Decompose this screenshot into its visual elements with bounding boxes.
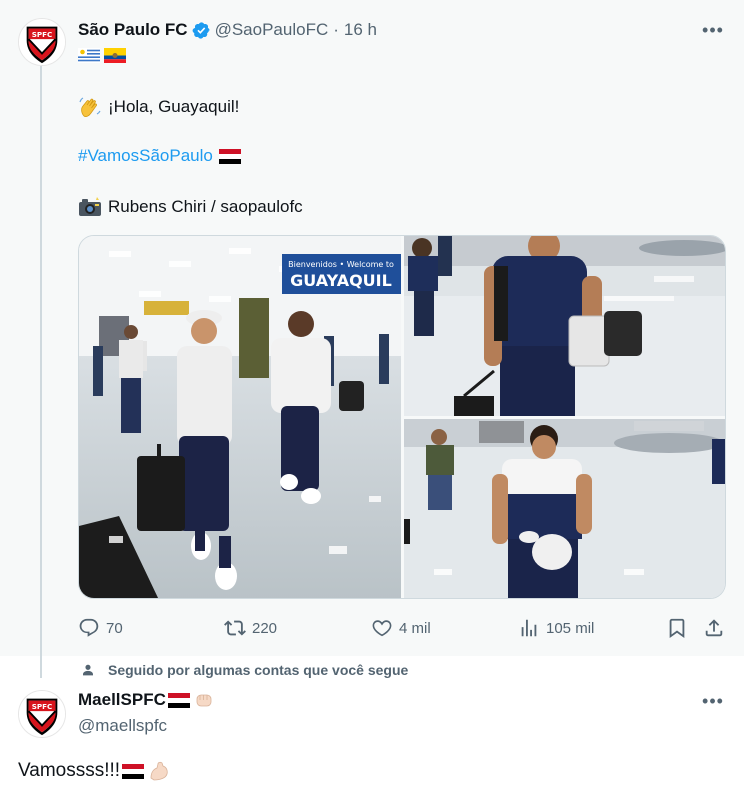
- tweet-text-line: ¡Hola, Guayaquil!: [78, 96, 239, 118]
- greeting-text: ¡Hola, Guayaquil!: [108, 97, 240, 116]
- fist-emoji-icon: [196, 694, 212, 707]
- share-button[interactable]: [703, 614, 725, 642]
- reply-button[interactable]: 70: [78, 614, 123, 642]
- reply-icon: [79, 618, 99, 637]
- svg-text:SPFC: SPFC: [32, 702, 53, 711]
- author-handle[interactable]: @SaoPauloFC: [215, 20, 329, 40]
- reply-author-handle[interactable]: @maellspfc: [78, 716, 167, 736]
- photo-3-image: [404, 419, 725, 598]
- yemen-flag-icon: [167, 692, 190, 708]
- heart-icon: [372, 620, 392, 637]
- thread-connector-line: [40, 66, 42, 678]
- views-chart-icon: [521, 619, 537, 637]
- like-count: 4 mil: [399, 619, 431, 637]
- retweet-count: 220: [252, 619, 278, 637]
- reply-text: Vamossss!!!: [18, 760, 121, 781]
- views-count: 105 mil: [546, 619, 595, 637]
- tweet-header: São Paulo FC @SaoPauloFC · 16 h: [78, 18, 377, 42]
- flexed-biceps-icon: [150, 761, 168, 781]
- hashtag-link[interactable]: #VamosSãoPaulo: [78, 146, 213, 166]
- more-options-icon[interactable]: •••: [701, 20, 725, 40]
- ecuador-flag-icon: [104, 48, 126, 63]
- camera-with-flash-icon: [79, 197, 101, 216]
- uruguay-flag-icon: [78, 48, 100, 63]
- reply-author-name[interactable]: MaellSPFC: [78, 690, 166, 710]
- social-context-text: Seguido por algumas contas que você segu…: [108, 662, 409, 678]
- bookmark-button[interactable]: [666, 614, 688, 642]
- yemen-flag-icon: [122, 763, 145, 779]
- photo-player-pillow[interactable]: [404, 419, 725, 598]
- share-icon: [705, 619, 723, 637]
- reply-author-avatar[interactable]: SPFC: [18, 690, 66, 738]
- tweet-hashtag-line: #VamosSãoPaulo: [78, 146, 241, 166]
- social-context: Seguido por algumas contas que você segu…: [80, 662, 408, 678]
- tweet-action-bar: 70 220 4 mil 105 mil: [78, 614, 726, 642]
- bookmark-icon: [669, 618, 685, 639]
- verified-badge-icon[interactable]: [192, 21, 211, 40]
- tweet-timestamp[interactable]: 16 h: [344, 20, 377, 40]
- reply-count: 70: [106, 619, 123, 637]
- reply-more-options-icon[interactable]: •••: [701, 691, 725, 711]
- tweet-credit-line: Rubens Chiri / saopaulofc: [78, 196, 303, 218]
- spfc-crest-icon: SPFC: [19, 691, 65, 737]
- views-button[interactable]: 105 mil: [518, 614, 594, 642]
- photo-credit-text: Rubens Chiri / saopaulofc: [108, 197, 303, 216]
- photo-airport-arrival[interactable]: Bienvenidos • Welcome to GUAYAQUIL: [79, 236, 401, 598]
- reply-header: MaellSPFC: [78, 690, 214, 710]
- retweet-button[interactable]: 220: [224, 614, 277, 642]
- photo-sign-small: Bienvenidos • Welcome to: [288, 260, 394, 269]
- waving-hand-icon: [79, 97, 101, 117]
- author-avatar[interactable]: SPFC: [18, 18, 66, 66]
- header-separator: ·: [333, 20, 339, 39]
- retweet-icon: [224, 620, 246, 636]
- photo-1-image: Bienvenidos • Welcome to GUAYAQUIL: [79, 236, 401, 598]
- person-icon: [83, 664, 93, 676]
- photo-sign-city: GUAYAQUIL: [290, 271, 392, 290]
- yemen-flag-icon: [218, 148, 241, 164]
- media-grid[interactable]: Bienvenidos • Welcome to GUAYAQUIL: [78, 235, 726, 599]
- spfc-crest-icon: SPFC: [19, 19, 65, 65]
- photo-player-suitcase[interactable]: [404, 236, 725, 416]
- like-button[interactable]: 4 mil: [371, 614, 431, 642]
- photo-2-image: [404, 236, 725, 416]
- flags-row: [78, 48, 126, 63]
- svg-text:SPFC: SPFC: [32, 30, 53, 39]
- reply-text-line: Vamossss!!!: [18, 760, 170, 782]
- author-name[interactable]: São Paulo FC: [78, 20, 188, 40]
